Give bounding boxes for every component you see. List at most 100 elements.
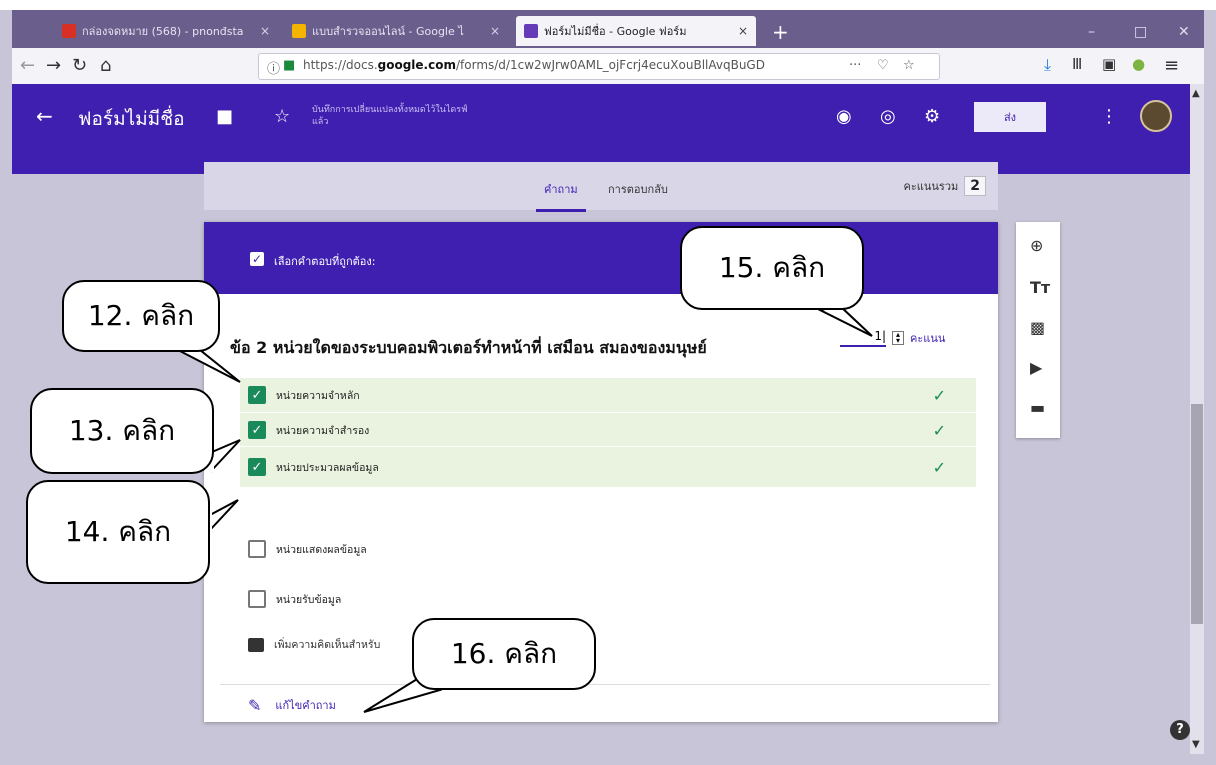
- window-close-icon[interactable]: ✕: [1178, 24, 1190, 40]
- points-unit: คะแนน: [910, 332, 946, 345]
- answer-option[interactable]: หน่วยรับข้อมูล: [240, 582, 976, 616]
- page-scrollbar[interactable]: ▲ ▼: [1190, 84, 1204, 754]
- option-label: หน่วยแสดงผลข้อมูล: [276, 543, 367, 556]
- more-options-icon[interactable]: ⋮: [1100, 106, 1118, 127]
- checked-checkbox-icon[interactable]: ✓: [248, 458, 266, 476]
- add-feedback[interactable]: เพิ่มความคิดเห็นสำหรับ: [248, 636, 380, 653]
- divider: [220, 684, 990, 685]
- browser-tab-form[interactable]: ฟอร์มไม่มีชื่อ - Google ฟอร์ม ×: [516, 16, 756, 46]
- url-bar[interactable]: ⓘ ■ https://docs.google.com/forms/d/1cw2…: [258, 53, 940, 80]
- answer-option[interactable]: ✓ หน่วยความจำหลัก ✓: [240, 378, 976, 412]
- total-score: คะแนนรวม 2: [904, 176, 986, 196]
- add-video-icon[interactable]: ▶: [1030, 358, 1042, 377]
- star-icon[interactable]: ☆: [274, 106, 290, 127]
- points-field: 1| ▴ ▾ คะแนน: [840, 318, 982, 358]
- avatar[interactable]: [1140, 100, 1172, 132]
- library-icon[interactable]: Ⅲ: [1072, 55, 1082, 73]
- form-title[interactable]: ฟอร์มไม่มีชื่อ: [78, 104, 185, 134]
- answer-key-label: เลือกคำตอบที่ถูกต้อง:: [274, 255, 376, 268]
- reload-icon[interactable]: ↻: [72, 55, 87, 76]
- tab-label: แบบสำรวจออนไลน์ - Google ไ: [312, 25, 464, 38]
- tab-label: ฟอร์มไม่มีชื่อ - Google ฟอร์ม: [544, 25, 687, 38]
- answer-key-header: ✓ เลือกคำตอบที่ถูกต้อง:: [204, 222, 998, 294]
- browser-tab-gmail[interactable]: กล่องจดหมาย (568) - pnonđsta ×: [54, 16, 278, 46]
- points-input[interactable]: 1|: [840, 329, 886, 347]
- close-icon[interactable]: ×: [260, 24, 270, 38]
- palette-icon[interactable]: ◉: [836, 106, 852, 127]
- back-arrow-icon[interactable]: ←: [36, 104, 53, 128]
- forward-icon[interactable]: →: [46, 55, 61, 76]
- callout-step-12: 12. คลิก: [62, 280, 220, 352]
- close-icon[interactable]: ×: [738, 24, 748, 38]
- answer-option[interactable]: ✓ หน่วยความจำสำรอง ✓: [240, 412, 976, 447]
- side-toolbar: ⊕ Tт ▩ ▶ ▬: [1016, 222, 1060, 438]
- save-status: บันทึกการเปลี่ยนแปลงทั้งหมดไว้ในไดรฟ์แล้…: [312, 105, 468, 127]
- option-label: หน่วยความจำหลัก: [276, 389, 360, 402]
- tab-questions[interactable]: คำถาม: [536, 180, 586, 212]
- pocket-icon[interactable]: ♡: [877, 58, 889, 73]
- answer-option[interactable]: หน่วยแสดงผลข้อมูล: [240, 532, 976, 566]
- close-icon[interactable]: ×: [490, 24, 500, 38]
- callout-step-15: 15. คลิก: [680, 226, 864, 310]
- preview-eye-icon[interactable]: ◎: [880, 106, 896, 127]
- callout-step-13: 13. คลิก: [30, 388, 214, 474]
- pencil-icon: ✎: [248, 695, 262, 715]
- menu-icon[interactable]: ≡: [1164, 55, 1179, 76]
- sidebar-icon[interactable]: ▣: [1102, 55, 1116, 73]
- browser-tab-survey[interactable]: แบบสำรวจออนไลน์ - Google ไ ×: [284, 16, 508, 46]
- add-title-icon[interactable]: Tт: [1030, 278, 1050, 297]
- checked-checkbox-icon[interactable]: ✓: [248, 421, 266, 439]
- help-icon[interactable]: ?: [1170, 720, 1190, 740]
- answer-option[interactable]: ✓ หน่วยประมวลผลข้อมูล ✓: [240, 446, 976, 487]
- gmail-icon: [62, 24, 76, 38]
- home-icon[interactable]: ⌂: [100, 55, 111, 76]
- forms-header: ← ฟอร์มไม่มีชื่อ ■ ☆ บันทึกการเปลี่ยนแปล…: [12, 84, 1204, 174]
- add-image-icon[interactable]: ▩: [1030, 318, 1045, 337]
- page-actions-icon[interactable]: ···: [849, 58, 861, 73]
- comment-icon: [248, 637, 264, 652]
- maximize-icon[interactable]: □: [1134, 24, 1147, 40]
- scroll-down-icon[interactable]: ▼: [1192, 739, 1200, 750]
- points-spinner[interactable]: ▴ ▾: [892, 331, 904, 345]
- option-label: หน่วยประมวลผลข้อมูล: [276, 461, 379, 474]
- tab-responses[interactable]: การตอบกลับ: [608, 180, 668, 198]
- answer-key-icon: ✓: [250, 252, 264, 266]
- correct-check-icon: ✓: [932, 420, 946, 440]
- add-question-icon[interactable]: ⊕: [1030, 236, 1043, 255]
- correct-check-icon: ✓: [932, 457, 946, 477]
- unchecked-checkbox-icon[interactable]: [248, 540, 266, 558]
- scroll-up-icon[interactable]: ▲: [1192, 88, 1200, 99]
- settings-gear-icon[interactable]: ⚙: [924, 106, 940, 127]
- new-tab-button[interactable]: +: [772, 20, 789, 44]
- edit-question-button[interactable]: ✎ แก้ไขคำถาม: [228, 690, 394, 720]
- edit-question-label: แก้ไขคำถาม: [275, 699, 336, 712]
- download-icon[interactable]: ⤓: [1044, 55, 1051, 75]
- add-feedback-label: เพิ่มความคิดเห็นสำหรับ: [274, 639, 381, 651]
- send-button[interactable]: ส่ง: [974, 102, 1046, 132]
- add-section-icon[interactable]: ▬: [1030, 398, 1045, 417]
- correct-check-icon: ✓: [932, 385, 946, 405]
- drive-icon: [292, 24, 306, 38]
- browser-nav-bar: ← → ↻ ⌂ ⓘ ■ https://docs.google.com/form…: [12, 48, 1204, 85]
- scroll-thumb[interactable]: [1191, 404, 1203, 624]
- forms-icon: [524, 24, 538, 38]
- url-text: https://docs.google.com/forms/d/1cw2wJrw…: [303, 58, 765, 72]
- folder-icon[interactable]: ■: [216, 106, 233, 127]
- question-title: ข้อ 2 หน่วยใดของระบบคอมพิวเตอร์ทำหน้าที่…: [230, 338, 707, 357]
- question-card: ✓ เลือกคำตอบที่ถูกต้อง: ข้อ 2 หน่วยใดของ…: [204, 222, 998, 722]
- browser-tab-bar: กล่องจดหมาย (568) - pnonđsta × แบบสำรวจอ…: [12, 10, 1204, 48]
- back-icon[interactable]: ←: [20, 55, 35, 76]
- minimize-icon[interactable]: –: [1088, 24, 1095, 40]
- callout-step-16: 16. คลิก: [412, 618, 596, 690]
- lock-icon: ■: [283, 58, 296, 73]
- form-tab-strip: คำถาม การตอบกลับ คะแนนรวม 2: [204, 162, 998, 212]
- info-icon[interactable]: ⓘ: [267, 58, 280, 77]
- option-label: หน่วยรับข้อมูล: [276, 593, 342, 606]
- tab-label: กล่องจดหมาย (568) - pnonđsta: [82, 25, 244, 38]
- unchecked-checkbox-icon[interactable]: [248, 590, 266, 608]
- extension-icon[interactable]: ●: [1132, 55, 1145, 73]
- checked-checkbox-icon[interactable]: ✓: [248, 386, 266, 404]
- callout-step-14: 14. คลิก: [26, 480, 210, 584]
- total-score-value: 2: [964, 176, 986, 196]
- bookmark-star-icon[interactable]: ☆: [903, 58, 915, 73]
